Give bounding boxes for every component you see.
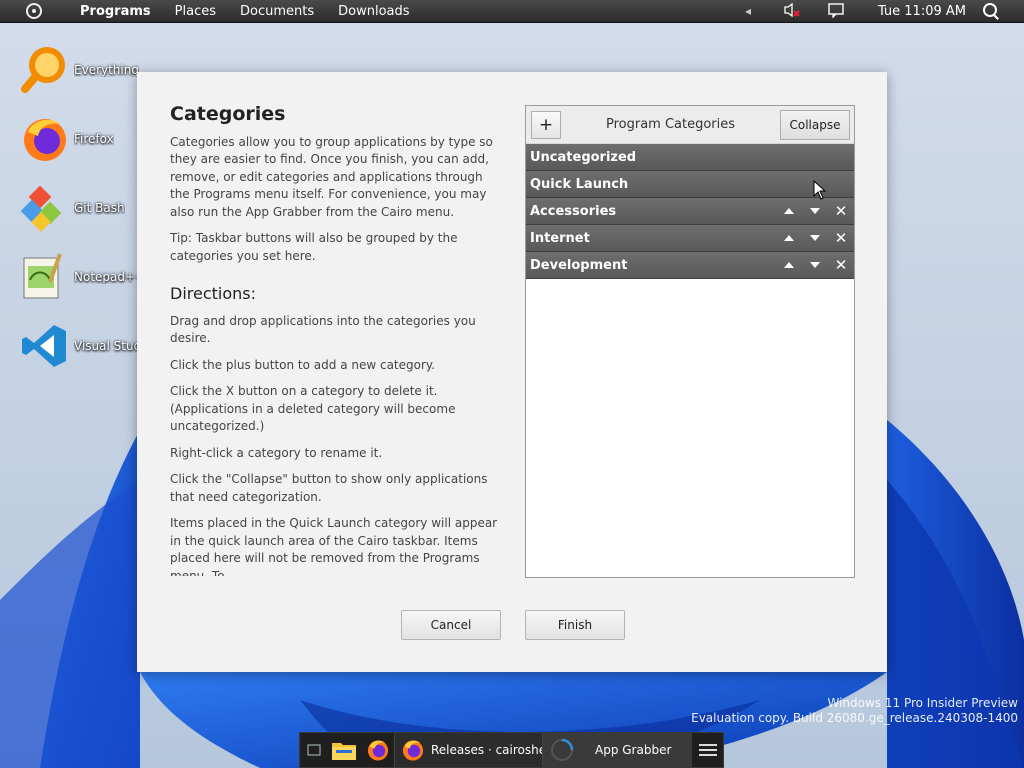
categories-title: Program Categories: [605, 117, 736, 132]
taskbar-button-app-grabber[interactable]: App Grabber: [542, 733, 692, 767]
program-categories-panel: + Program Categories Collapse Uncategori…: [525, 105, 855, 578]
move-down-icon[interactable]: [810, 262, 820, 268]
cairo-menu-icon[interactable]: [26, 3, 42, 19]
category-accessories[interactable]: Accessories ✕: [526, 198, 854, 225]
desktop-icon-notepadpp[interactable]: Notepad++: [20, 249, 140, 305]
search-icon[interactable]: [982, 2, 1000, 20]
move-down-icon[interactable]: [810, 235, 820, 241]
mouse-cursor-icon: [813, 180, 827, 200]
direction-item: Right-click a category to rename it.: [170, 445, 383, 460]
menu-programs[interactable]: Programs: [68, 4, 163, 19]
desktop-icon-label: Git Bash: [74, 201, 125, 215]
menu-documents[interactable]: Documents: [228, 4, 326, 19]
desktop-icon-everything[interactable]: Everything: [20, 42, 140, 98]
move-down-icon[interactable]: [810, 208, 820, 214]
tray-expand-arrow[interactable]: ◂: [738, 4, 758, 18]
taskbar-button-label: Releases · cairoshe...: [431, 743, 542, 757]
collapse-button[interactable]: Collapse: [780, 109, 850, 140]
category-development[interactable]: Development ✕: [526, 252, 854, 279]
app-grabber-icon: [551, 738, 574, 761]
volume-muted-icon[interactable]: [782, 2, 802, 21]
move-up-icon[interactable]: [784, 235, 794, 241]
desktop-icon-label: Firefox: [74, 132, 114, 146]
app-grabber-dialog: Categories Categories allow you to group…: [137, 72, 887, 672]
taskbar-button-label: App Grabber: [595, 743, 672, 757]
delete-category-icon[interactable]: ✕: [834, 256, 848, 274]
instructions-pane: Categories Categories allow you to group…: [170, 106, 502, 576]
direction-item: Drag and drop applications into the cate…: [170, 313, 476, 346]
windows-watermark: Windows 11 Pro Insider Preview Evaluatio…: [691, 696, 1018, 726]
clock[interactable]: Tue 11:09 AM: [878, 4, 966, 19]
categories-header: + Program Categories Collapse: [526, 106, 854, 144]
git-icon: [20, 185, 62, 232]
direction-item: Click the X button on a category to dele…: [170, 384, 456, 433]
add-category-button[interactable]: +: [531, 110, 561, 139]
category-label: Quick Launch: [530, 176, 629, 192]
category-label: Accessories: [530, 203, 617, 219]
tip-text: Tip: Taskbar buttons will also be groupe…: [170, 231, 458, 263]
category-quick-launch[interactable]: Quick Launch: [526, 171, 854, 198]
taskbar-menu-icon[interactable]: [699, 741, 717, 759]
menu-downloads[interactable]: Downloads: [326, 4, 421, 19]
category-label: Uncategorized: [530, 149, 637, 165]
vscode-icon: [22, 325, 66, 367]
firefox-icon: [402, 740, 424, 761]
firefox-icon: [24, 119, 66, 161]
taskbar: Releases · cairoshe... App Grabber: [299, 732, 724, 768]
desktop-icon-label: Visual Studio: [74, 339, 140, 353]
magnifier-icon: [21, 47, 65, 93]
direction-item: Items placed in the Quick Launch categor…: [170, 516, 498, 576]
direction-item: Click the plus button to add a new categ…: [170, 357, 436, 372]
desktop-icon-label: Notepad++: [74, 270, 140, 284]
firefox-icon[interactable]: [362, 735, 394, 765]
cancel-button[interactable]: Cancel: [401, 610, 501, 640]
delete-category-icon[interactable]: ✕: [834, 229, 848, 247]
desktop-icon-label: Everything: [74, 63, 139, 77]
move-up-icon[interactable]: [784, 208, 794, 214]
taskbar-button-firefox[interactable]: Releases · cairoshe...: [394, 733, 542, 767]
desktop-icon-firefox[interactable]: Firefox: [20, 111, 140, 167]
desktop-icon-vscode[interactable]: Visual Studio: [20, 318, 140, 374]
direction-item: Click the "Collapse" button to show only…: [170, 472, 488, 504]
category-label: Development: [530, 257, 628, 273]
desktop-icon-git-bash[interactable]: Git Bash: [20, 180, 140, 236]
notification-icon[interactable]: [826, 2, 846, 21]
watermark-line: Windows 11 Pro Insider Preview: [827, 696, 1018, 710]
show-desktop-icon[interactable]: [302, 735, 326, 765]
folder-icon[interactable]: [328, 735, 360, 765]
menu-bar: Programs Places Documents Downloads ◂ Tu…: [0, 0, 1024, 23]
directions-heading: Directions:: [170, 284, 257, 303]
category-uncategorized[interactable]: Uncategorized: [526, 144, 854, 171]
move-up-icon[interactable]: [784, 262, 794, 268]
notepadpp-icon: [23, 253, 62, 299]
finish-button[interactable]: Finish: [525, 610, 625, 640]
intro-text: Categories allow you to group applicatio…: [170, 134, 493, 219]
menu-places[interactable]: Places: [163, 4, 228, 19]
category-label: Internet: [530, 230, 590, 246]
delete-category-icon[interactable]: ✕: [834, 202, 848, 220]
watermark-line: Evaluation copy. Build 26080.ge_release.…: [691, 711, 1018, 725]
page-title: Categories: [170, 106, 286, 125]
category-internet[interactable]: Internet ✕: [526, 225, 854, 252]
